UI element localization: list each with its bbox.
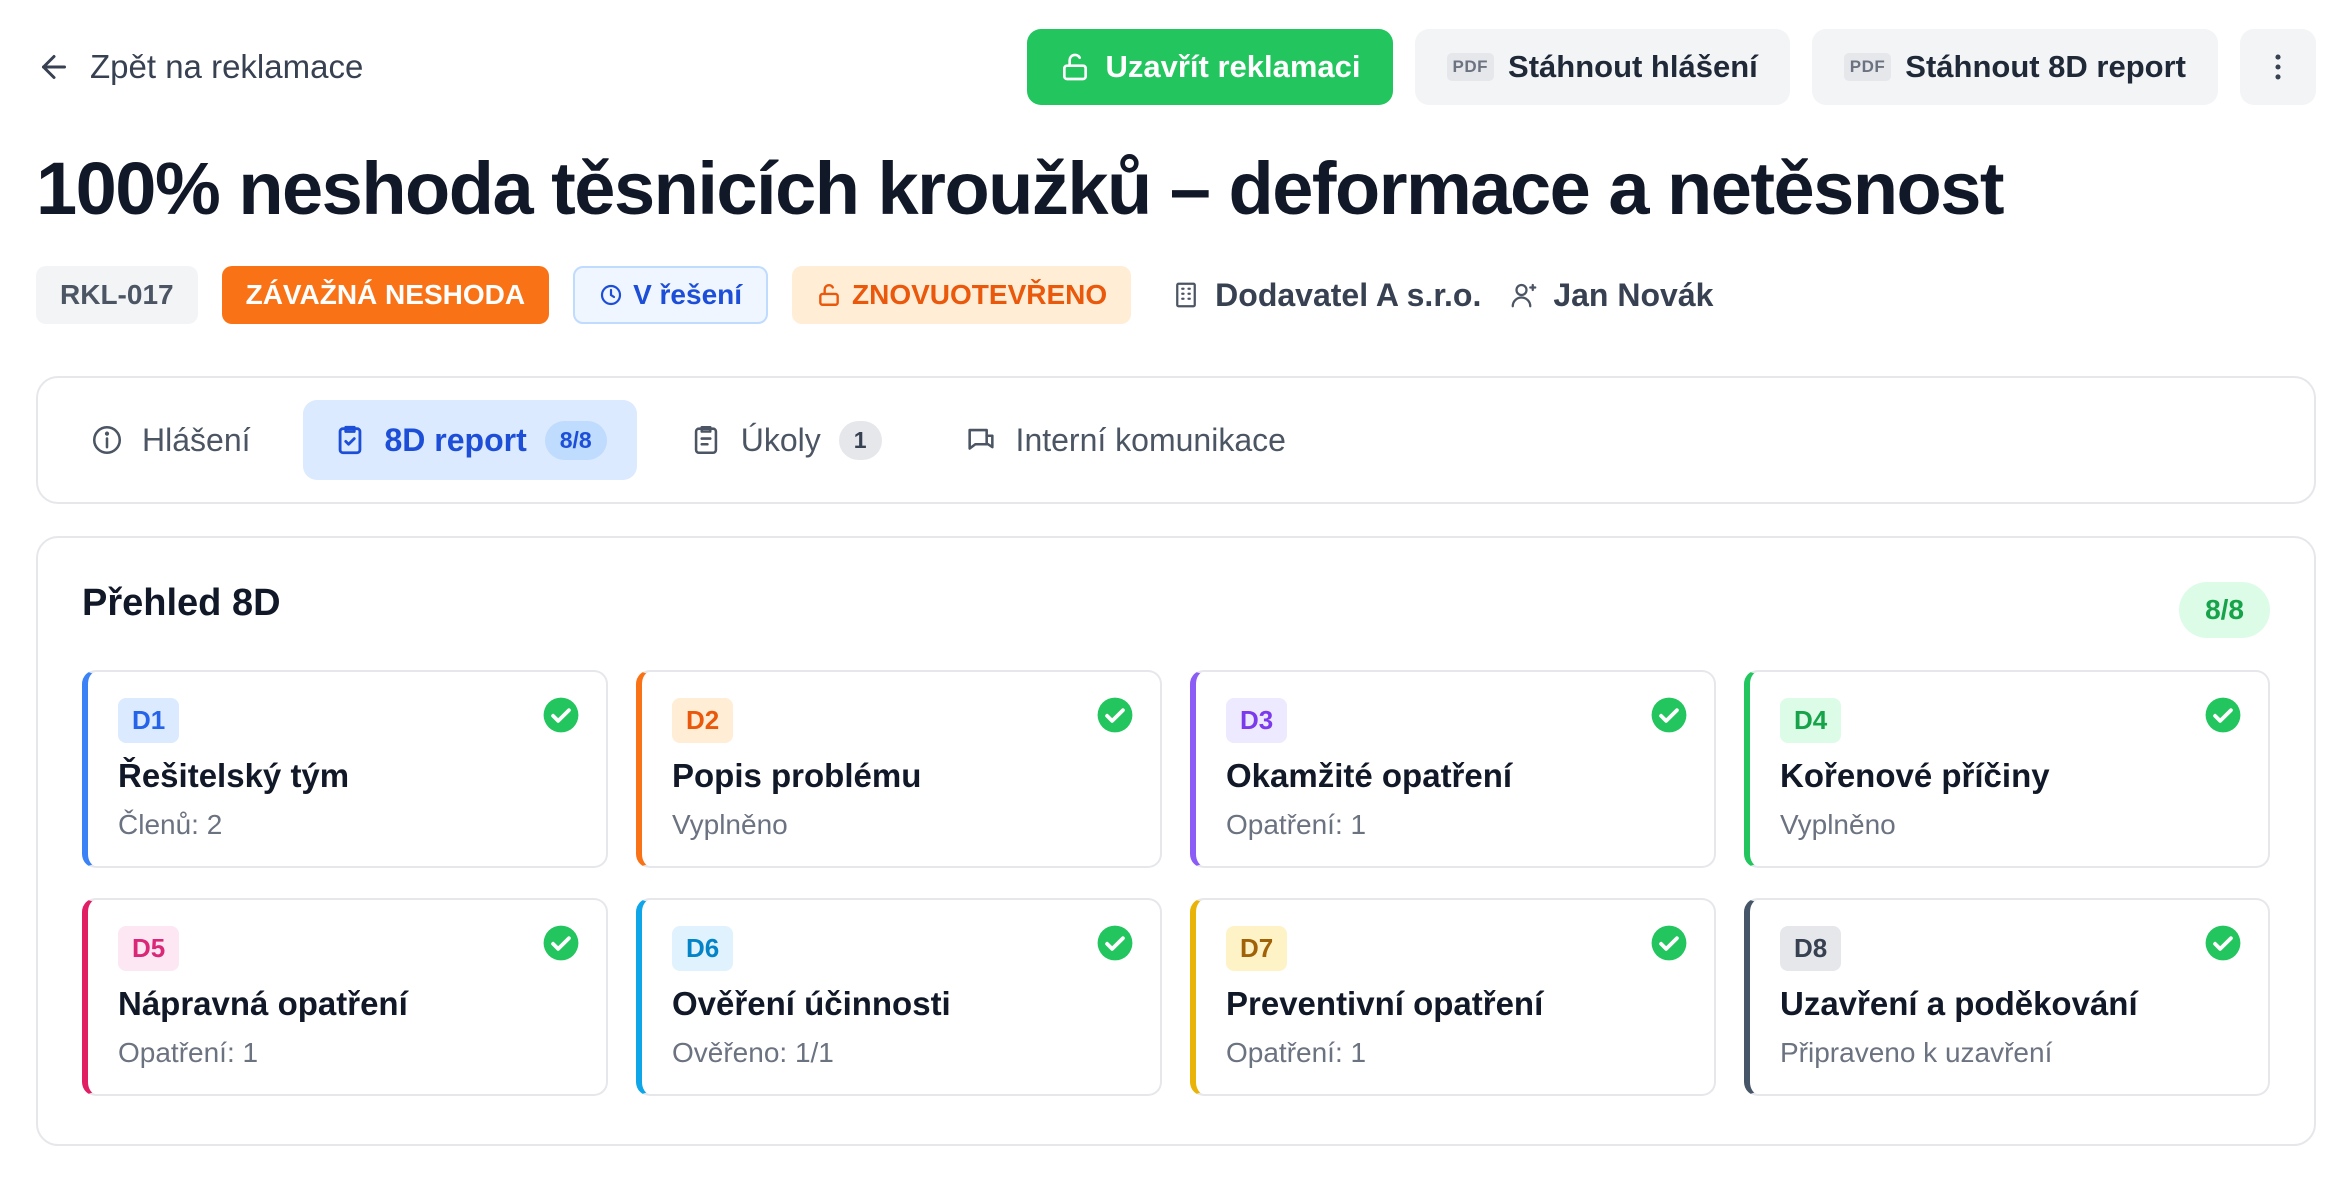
user-plus-icon (1511, 283, 1537, 308)
building-icon (1176, 282, 1197, 308)
discipline-card-d1[interactable]: D1 Řešitelský tým Členů: 2 (82, 670, 608, 868)
supplier-name: Dodavatel A s.r.o. (1215, 276, 1482, 313)
page-title: 100% neshoda těsnicích kroužků – deforma… (36, 147, 2005, 230)
owner: Jan Novák (1509, 277, 1713, 314)
discipline-title: Preventivní opatření (1226, 985, 1544, 1022)
discipline-code: D4 (1780, 698, 1842, 743)
check-circle-icon (543, 925, 579, 961)
discipline-status: Vyplněno (1780, 809, 1896, 840)
discipline-card-d3[interactable]: D3 Okamžité opatření Opatření: 1 (1190, 670, 1716, 868)
pdf-icon: PDF (1843, 53, 1892, 81)
unlock-icon (819, 284, 839, 306)
back-label: Zpět na reklamace (90, 48, 364, 85)
top-bar: Zpět na reklamace Uzavřít reklamaci PDF … (36, 28, 2316, 106)
discipline-code: D1 (118, 698, 180, 743)
tab-label: Úkoly (740, 421, 821, 458)
check-circle-icon (1097, 697, 1133, 733)
tab-tasks[interactable]: Úkoly 1 (659, 400, 912, 480)
tab-report[interactable]: Hlášení (60, 400, 281, 480)
discipline-code: D7 (1226, 926, 1288, 971)
tab-label: 8D report (384, 421, 527, 458)
more-vertical-icon (2275, 54, 2281, 80)
claim-id-badge: RKL-017 (36, 266, 198, 324)
severity-badge: ZÁVAŽNÁ NESHODA (221, 266, 550, 324)
discipline-status: Opatření: 1 (118, 1037, 259, 1068)
discipline-status: Ověřeno: 1/1 (672, 1037, 834, 1068)
discipline-status: Připraveno k uzavření (1780, 1037, 2053, 1068)
tab-label: Interní komunikace (1015, 421, 1286, 458)
discipline-code: D5 (118, 926, 180, 971)
close-claim-label: Uzavřít reklamaci (1105, 49, 1361, 84)
status-badge: V řešení (573, 266, 769, 324)
download-8d-button[interactable]: PDF Stáhnout 8D report (1811, 29, 2218, 105)
check-circle-icon (1097, 925, 1133, 961)
discipline-status: Členů: 2 (118, 809, 223, 840)
discipline-title: Kořenové příčiny (1780, 757, 2050, 794)
discipline-code: D6 (672, 926, 734, 971)
overview-panel: Přehled 8D 8/8 D1 Řešitelský tým Členů: 2D… (36, 536, 2316, 1146)
discipline-grid: D1 Řešitelský tým Členů: 2 D2 Popis problému… (82, 670, 2270, 1096)
pdf-icon: PDF (1446, 53, 1495, 81)
clipboard-check-icon (338, 425, 361, 455)
discipline-title: Popis problému (672, 757, 922, 794)
tab-label: Hlášení (142, 421, 251, 458)
discipline-card-d6[interactable]: D6 Ověření účinnosti Ověřeno: 1/1 (636, 898, 1162, 1096)
supplier: Dodavatel A s.r.o. (1171, 277, 1481, 314)
check-circle-icon (2205, 697, 2241, 733)
info-icon (92, 425, 122, 455)
tab-internal-communication[interactable]: Interní komunikace (934, 400, 1316, 480)
discipline-card-d4[interactable]: D4 Kořenové příčiny Vyplněno (1744, 670, 2270, 868)
check-circle-icon (1651, 925, 1687, 961)
discipline-card-d8[interactable]: D8 Uzavření a poděkování Připraveno k uzav… (1744, 898, 2270, 1096)
tab-count: 8/8 (544, 420, 607, 460)
overview-title: Přehled 8D (82, 582, 281, 624)
discipline-code: D3 (1226, 698, 1288, 743)
discipline-status: Opatření: 1 (1226, 1037, 1367, 1068)
check-circle-icon (543, 697, 579, 733)
discipline-title: Okamžité opatření (1226, 757, 1513, 794)
discipline-card-d2[interactable]: D2 Popis problému Vyplněno (636, 670, 1162, 868)
reopened-badge: ZNOVUOTEVŘENO (792, 266, 1132, 324)
message-icon (967, 428, 994, 450)
discipline-title: Řešitelský tým (118, 757, 350, 794)
claim-meta: RKL-017 ZÁVAŽNÁ NESHODA V řešení ZNOVUOT… (36, 266, 1713, 324)
clock-icon (600, 284, 622, 306)
discipline-status: Opatření: 1 (1226, 809, 1367, 840)
progress-badge: 8/8 (2179, 582, 2270, 638)
back-link[interactable]: Zpět na reklamace (36, 48, 363, 86)
download-report-label: Stáhnout hlášení (1508, 49, 1758, 84)
tab-count: 1 (838, 420, 882, 460)
discipline-code: D8 (1780, 926, 1842, 971)
header-actions: Uzavřít reklamaci PDF Stáhnout hlášení P… (1027, 29, 2316, 105)
check-circle-icon (2205, 925, 2241, 961)
status-label: V řešení (633, 279, 743, 310)
discipline-card-d7[interactable]: D7 Preventivní opatření Opatření: 1 (1190, 898, 1716, 1096)
discipline-card-d5[interactable]: D5 Nápravná opatření Opatření: 1 (82, 898, 608, 1096)
clipboard-list-icon (694, 425, 717, 455)
page: Zpět na reklamace Uzavřít reklamaci PDF … (0, 0, 2352, 1186)
reopened-label: ZNOVUOTEVŘENO (852, 279, 1108, 310)
close-claim-button[interactable]: Uzavřít reklamaci (1027, 29, 1393, 105)
check-circle-icon (1651, 697, 1687, 733)
download-8d-label: Stáhnout 8D report (1905, 49, 2186, 84)
discipline-title: Nápravná opatření (118, 985, 408, 1022)
discipline-title: Ověření účinnosti (672, 985, 951, 1022)
discipline-status: Vyplněno (672, 809, 788, 840)
arrow-left-icon (42, 55, 66, 79)
tab-8d-report[interactable]: 8D report 8/8 (302, 400, 637, 480)
owner-name: Jan Novák (1553, 276, 1714, 313)
tab-bar: Hlášení 8D report 8/8 Úkoly 1 Interní ko… (36, 376, 2316, 504)
discipline-code: D2 (672, 698, 734, 743)
unlock-icon (1063, 53, 1088, 81)
more-options-button[interactable] (2240, 29, 2316, 105)
download-report-button[interactable]: PDF Stáhnout hlášení (1414, 29, 1790, 105)
discipline-title: Uzavření a poděkování (1780, 985, 2138, 1022)
